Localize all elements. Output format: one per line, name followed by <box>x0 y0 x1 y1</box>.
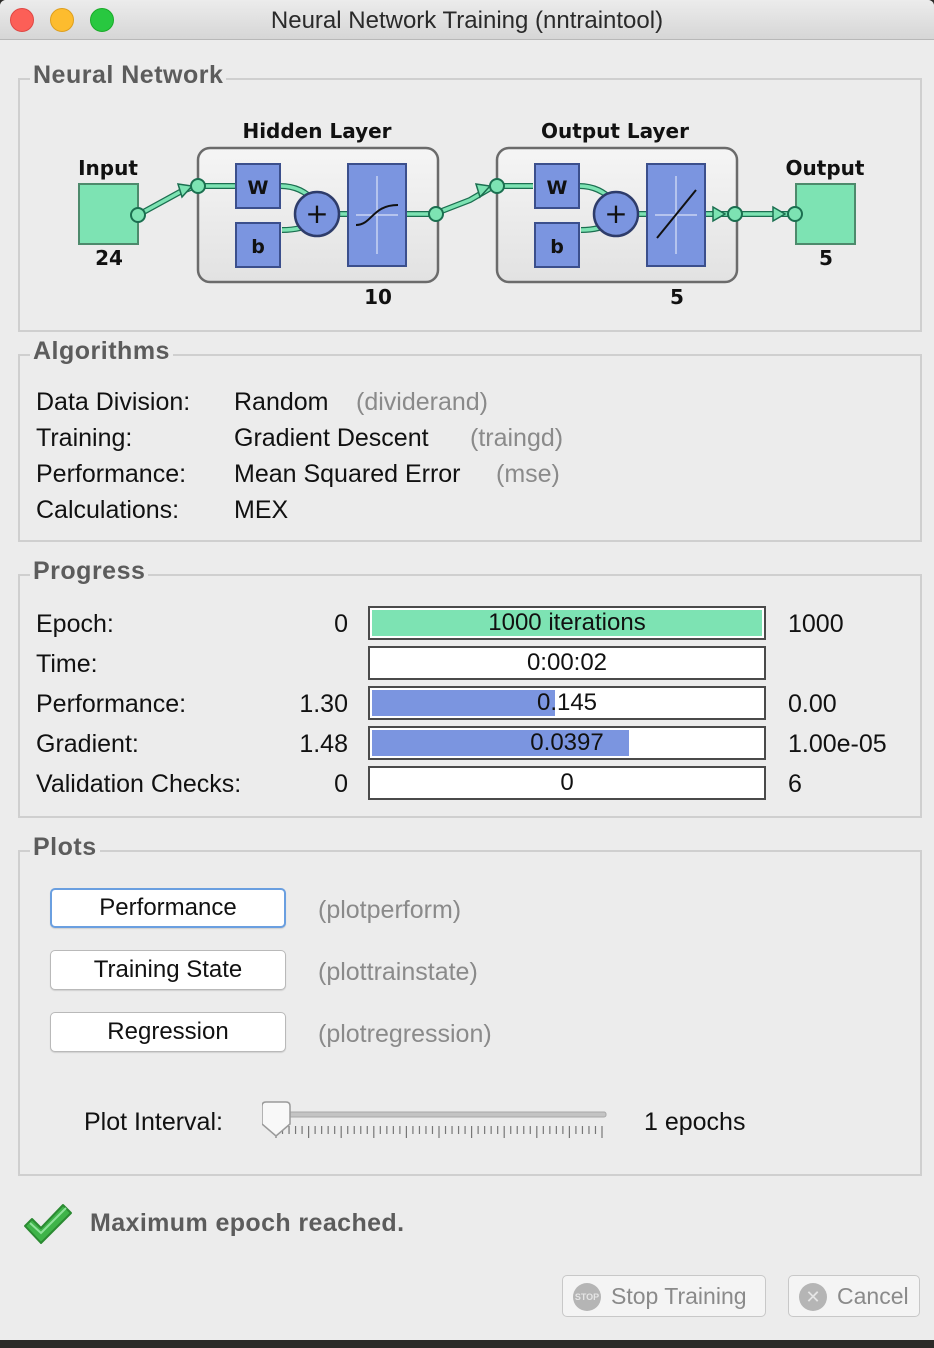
validation-checks-end: 6 <box>788 770 802 798</box>
plot-interval-slider[interactable] <box>262 1098 612 1148</box>
training-label: Training: <box>36 424 133 452</box>
data-division-value: Random <box>234 388 329 416</box>
hidden-layer-label: Hidden Layer <box>242 119 391 143</box>
validation-checks-label: Validation Checks: <box>36 770 242 798</box>
status-message: Maximum epoch reached. <box>90 1209 405 1237</box>
title-bar: Neural Network Training (nntraintool) <box>0 0 934 40</box>
svg-text:W: W <box>547 177 568 199</box>
window-title: Neural Network Training (nntraintool) <box>270 7 664 34</box>
output-layer-size: 5 <box>670 285 684 309</box>
gradient-bar-text: 0.0397 <box>530 729 604 756</box>
epoch-bar: 1000 iterations <box>368 606 766 640</box>
plot-interval-value: 1 epochs <box>644 1108 746 1136</box>
input-size: 24 <box>95 246 123 270</box>
algorithms-section-title: Algorithms <box>30 337 173 366</box>
gradient-start: 1.48 <box>299 730 348 758</box>
performance-func: (mse) <box>496 460 560 488</box>
hidden-layer-size: 10 <box>364 285 392 309</box>
time-bar: 0:00:02 <box>368 646 766 680</box>
cancel-button[interactable]: ✕ Cancel <box>788 1275 920 1317</box>
output-block <box>795 183 856 245</box>
performance-progress-label: Performance: <box>36 690 187 718</box>
neural-network-panel: Neural Network Input 24 Hidden Layer 10 … <box>18 61 922 332</box>
gradient-bar: 0.0397 <box>368 726 766 760</box>
plot-regression-func: (plotregression) <box>318 1020 492 1048</box>
training-value: Gradient Descent <box>234 424 429 452</box>
plot-performance-button[interactable]: Performance <box>50 888 286 928</box>
performance-start: 1.30 <box>299 690 348 718</box>
plot-regression-button[interactable]: Regression <box>50 1012 286 1052</box>
svg-text:W: W <box>248 177 269 199</box>
validation-checks-start: 0 <box>334 770 348 798</box>
slider-thumb[interactable] <box>262 1101 291 1137</box>
cancel-label: Cancel <box>837 1283 909 1309</box>
performance-label: Performance: <box>36 460 187 488</box>
time-bar-text: 0:00:02 <box>526 649 608 676</box>
plot-interval-label: Plot Interval: <box>84 1108 223 1136</box>
plot-training-state-func: (plottrainstate) <box>318 958 478 986</box>
output-layer-label: Output Layer <box>541 119 689 143</box>
stop-training-button[interactable]: STOP Stop Training <box>562 1275 766 1317</box>
input-block <box>78 183 139 245</box>
progress-panel: Progress Epoch: 0 1000 iterations 1000 T… <box>18 557 922 818</box>
performance-bar: 0.145 <box>368 686 766 720</box>
epoch-end: 1000 <box>788 610 844 638</box>
calculations-label: Calculations: <box>36 496 180 524</box>
svg-text:b: b <box>550 236 564 258</box>
progress-section-title: Progress <box>30 557 149 586</box>
gradient-label: Gradient: <box>36 730 139 758</box>
performance-value: Mean Squared Error <box>234 460 461 488</box>
performance-end: 0.00 <box>788 690 837 718</box>
gradient-end: 1.00e-05 <box>788 730 887 758</box>
svg-text:+: + <box>604 197 627 230</box>
output-size: 5 <box>819 246 833 270</box>
nntraintool-window: Neural Network Training (nntraintool) Ne… <box>0 0 934 1340</box>
stop-training-label: Stop Training <box>611 1283 747 1309</box>
plot-training-state-button[interactable]: Training State <box>50 950 286 990</box>
input-label: Input <box>78 156 138 180</box>
output-label: Output <box>786 156 865 180</box>
svg-text:b: b <box>251 236 265 258</box>
cancel-icon: ✕ <box>799 1283 827 1311</box>
validation-checks-bar: 0 <box>368 766 766 800</box>
svg-text:+: + <box>305 197 328 230</box>
epoch-start: 0 <box>334 610 348 638</box>
data-division-label: Data Division: <box>36 388 191 416</box>
algorithms-panel: Algorithms Data Division: Random (divide… <box>18 337 922 542</box>
plot-performance-func: (plotperform) <box>318 896 462 924</box>
performance-bar-text: 0.145 <box>536 689 598 716</box>
calculations-value: MEX <box>234 496 289 524</box>
epoch-label: Epoch: <box>36 610 114 638</box>
training-func: (traingd) <box>470 424 564 452</box>
epoch-bar-text: 1000 iterations <box>488 609 646 636</box>
plots-section-title: Plots <box>30 833 100 862</box>
data-division-func: (dividerand) <box>356 388 489 416</box>
validation-checks-bar-text: 0 <box>560 769 574 796</box>
network-diagram: Input 24 Hidden Layer 10 Output Layer 5 … <box>78 119 865 309</box>
checkmark-icon <box>24 1204 72 1244</box>
stop-icon: STOP <box>573 1283 601 1311</box>
time-label: Time: <box>36 650 98 678</box>
plots-panel: Plots Performance (plotperform) Training… <box>18 833 922 1176</box>
